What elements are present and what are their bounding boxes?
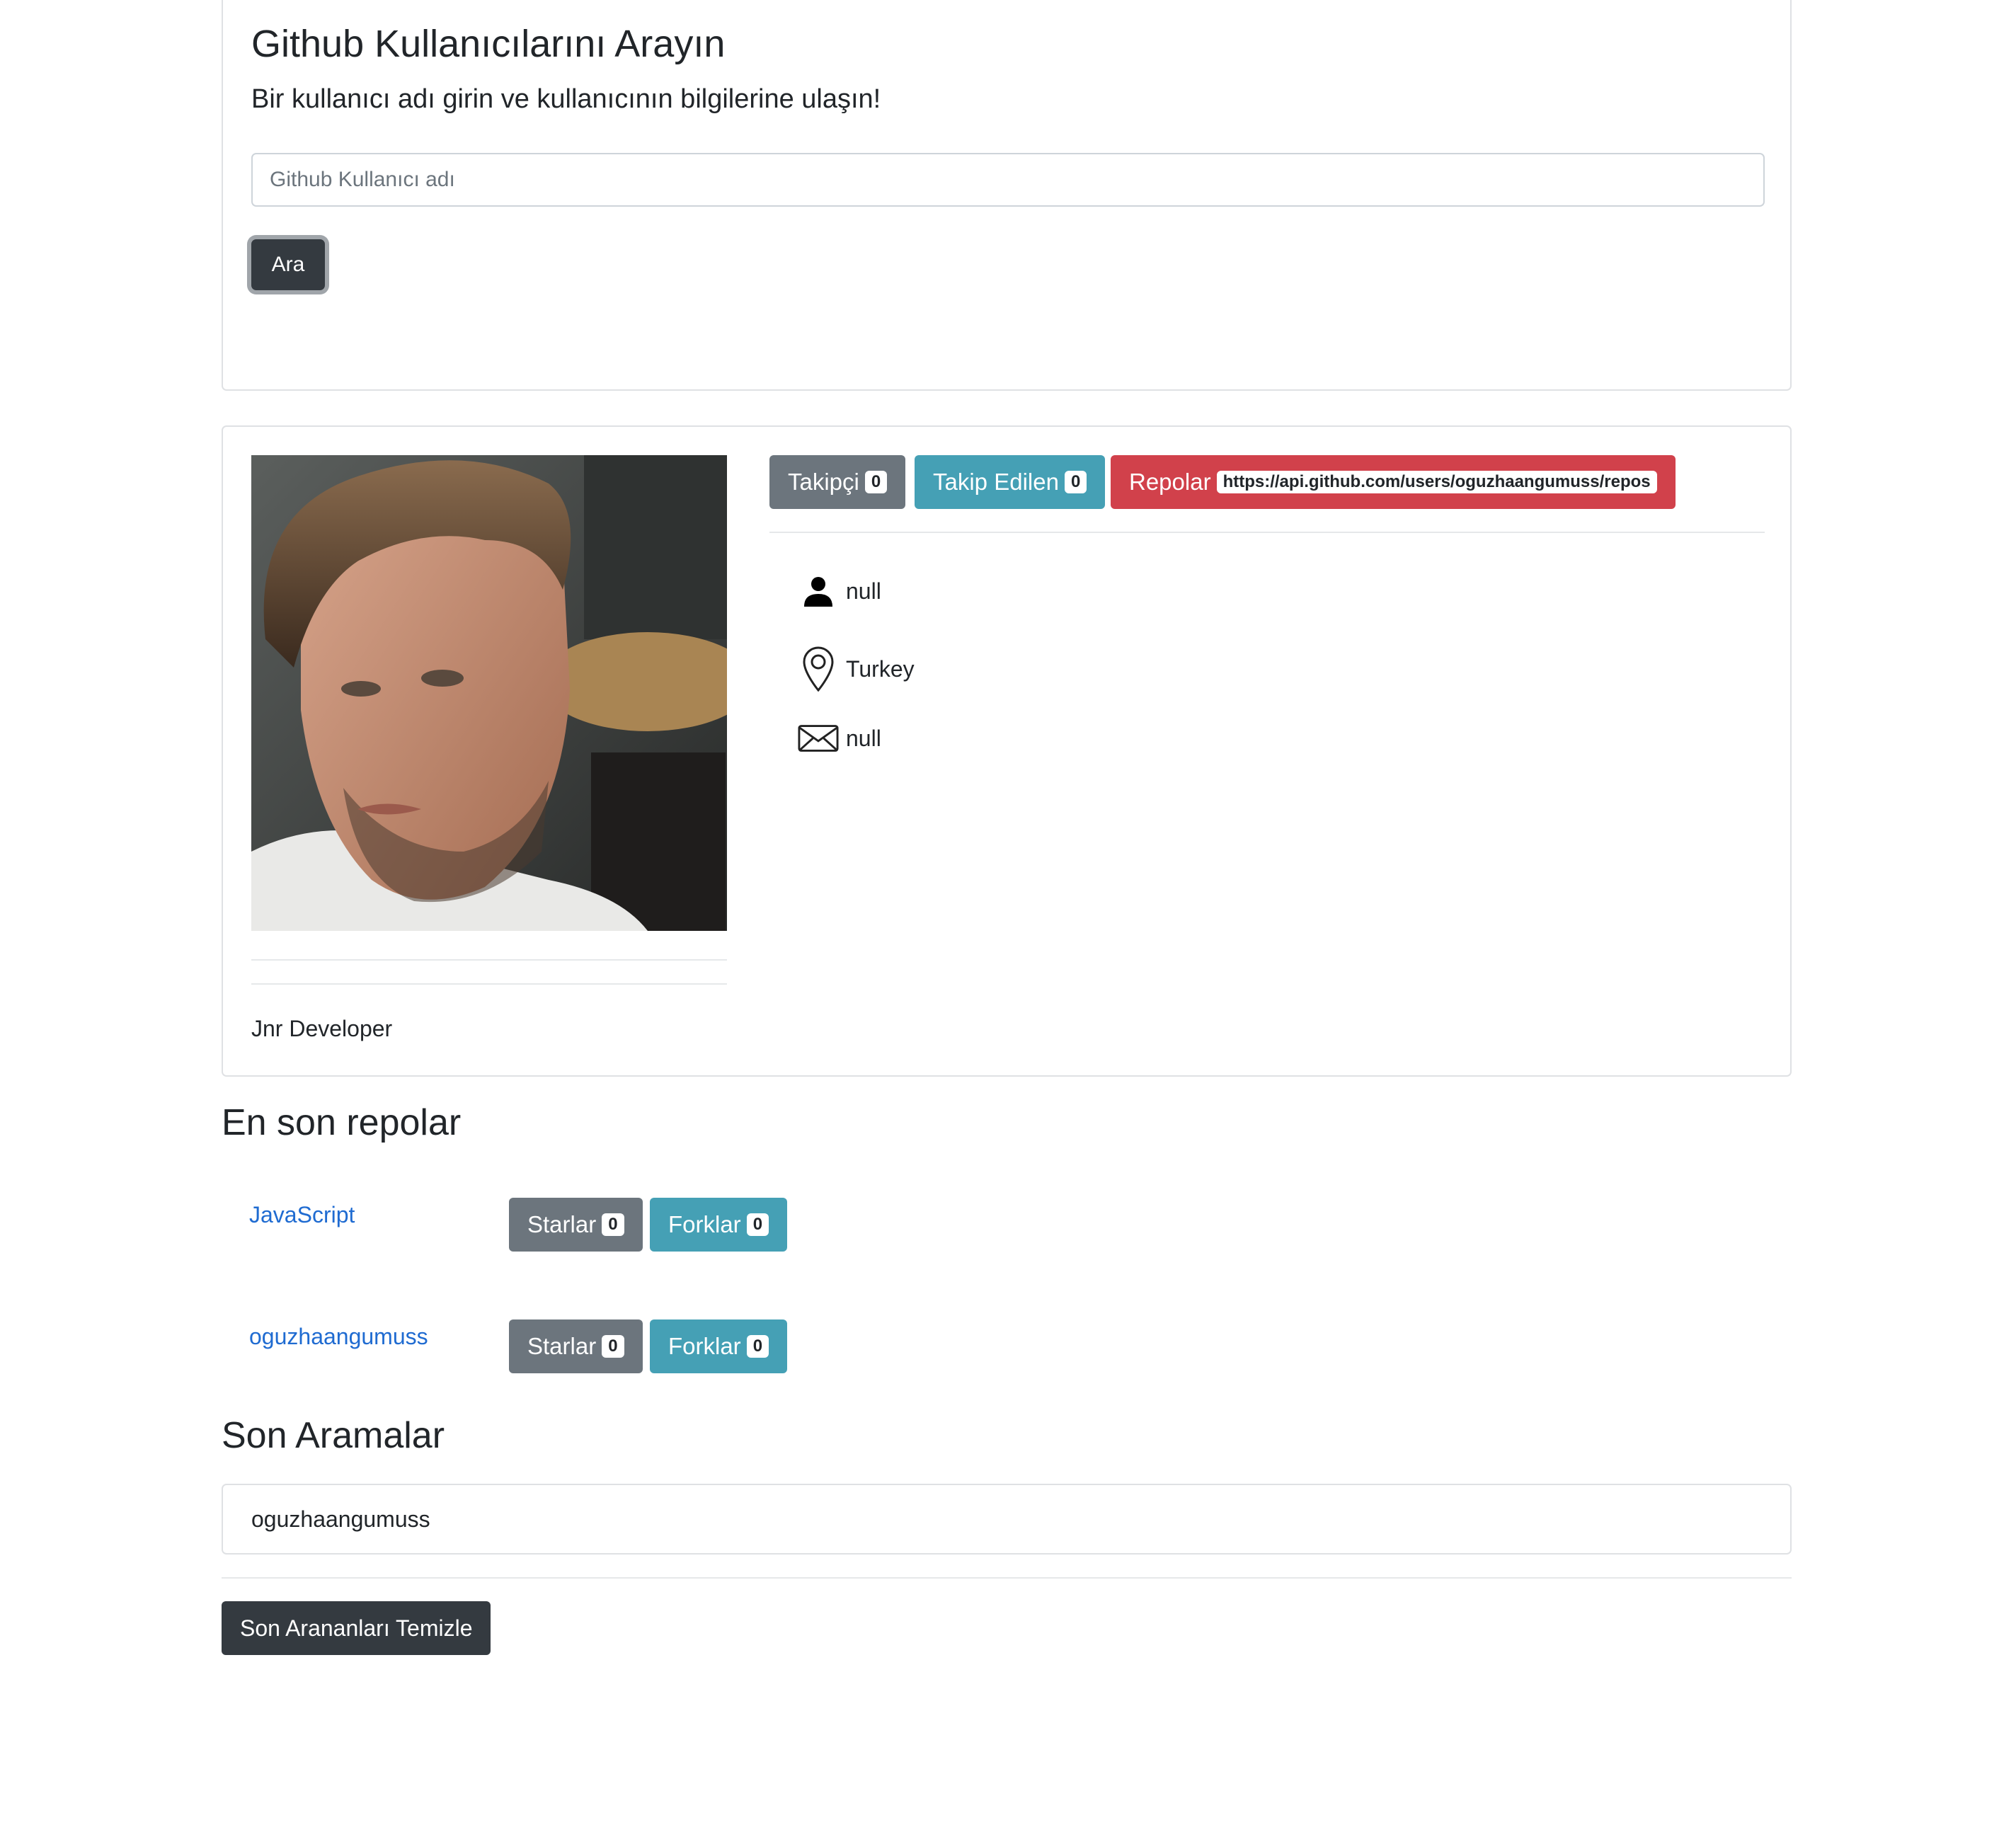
repos-url: https://api.github.com/users/oguzhaangum…: [1216, 470, 1657, 494]
repo-link[interactable]: oguzhaangumuss: [249, 1324, 428, 1350]
avatar-photo: [251, 455, 727, 931]
divider: [769, 532, 1765, 533]
forks-count: 0: [746, 1213, 769, 1237]
profile-location: Turkey: [846, 655, 915, 682]
stars-badge[interactable]: Starlar 0: [509, 1198, 643, 1252]
page-subtitle: Bir kullanıcı adı girin ve kullanıcının …: [251, 84, 881, 114]
repos-label: Repolar: [1129, 469, 1211, 495]
search-input[interactable]: [251, 153, 1765, 207]
stars-count: 0: [602, 1213, 624, 1237]
recent-search-item[interactable]: oguzhaangumuss: [222, 1484, 1792, 1555]
stars-label: Starlar: [527, 1211, 597, 1237]
forks-badge[interactable]: Forklar 0: [650, 1198, 788, 1252]
search-card: Github Kullanıcılarını Arayın Bir kullan…: [222, 0, 1792, 391]
page-title: Github Kullanıcılarını Arayın: [251, 23, 726, 65]
envelope-icon: [798, 724, 839, 752]
divider: [251, 983, 727, 985]
avatar: [251, 455, 727, 931]
divider: [251, 959, 727, 961]
stars-count: 0: [602, 1334, 624, 1358]
repos-heading: En son repolar: [222, 1102, 462, 1143]
followers-badge[interactable]: Takipçi 0: [769, 455, 906, 509]
forks-label: Forklar: [668, 1333, 741, 1359]
followers-label: Takipçi: [788, 469, 859, 495]
name-row: null: [798, 576, 881, 607]
stars-badge[interactable]: Starlar 0: [509, 1319, 643, 1373]
following-label: Takip Edilen: [933, 469, 1059, 495]
location-pin-icon: [798, 646, 839, 692]
followers-count: 0: [864, 470, 888, 494]
following-badge[interactable]: Takip Edilen 0: [915, 455, 1106, 509]
recent-search-label: oguzhaangumuss: [251, 1506, 430, 1532]
person-icon: [798, 576, 839, 607]
profile-email: null: [846, 725, 881, 751]
page: Github Kullanıcılarını Arayın Bir kullan…: [0, 0, 2016, 1832]
recent-heading: Son Aramalar: [222, 1415, 445, 1456]
forks-count: 0: [746, 1334, 769, 1358]
repos-badge[interactable]: Repolar https://api.github.com/users/ogu…: [1111, 455, 1676, 509]
following-count: 0: [1064, 470, 1087, 494]
clear-recent-button[interactable]: Son Arananları Temizle: [222, 1601, 491, 1655]
stars-label: Starlar: [527, 1333, 597, 1359]
profile-bio: Jnr Developer: [251, 1016, 393, 1041]
email-row: null: [798, 724, 881, 752]
profile-card: Jnr Developer Takipçi 0 Takip Edilen 0 R…: [222, 425, 1792, 1077]
forks-label: Forklar: [668, 1211, 741, 1237]
divider: [222, 1577, 1792, 1579]
repo-link[interactable]: JavaScript: [249, 1202, 355, 1228]
forks-badge[interactable]: Forklar 0: [650, 1319, 788, 1373]
profile-name: null: [846, 578, 881, 604]
location-row: Turkey: [798, 646, 915, 692]
search-button[interactable]: Ara: [251, 239, 325, 290]
